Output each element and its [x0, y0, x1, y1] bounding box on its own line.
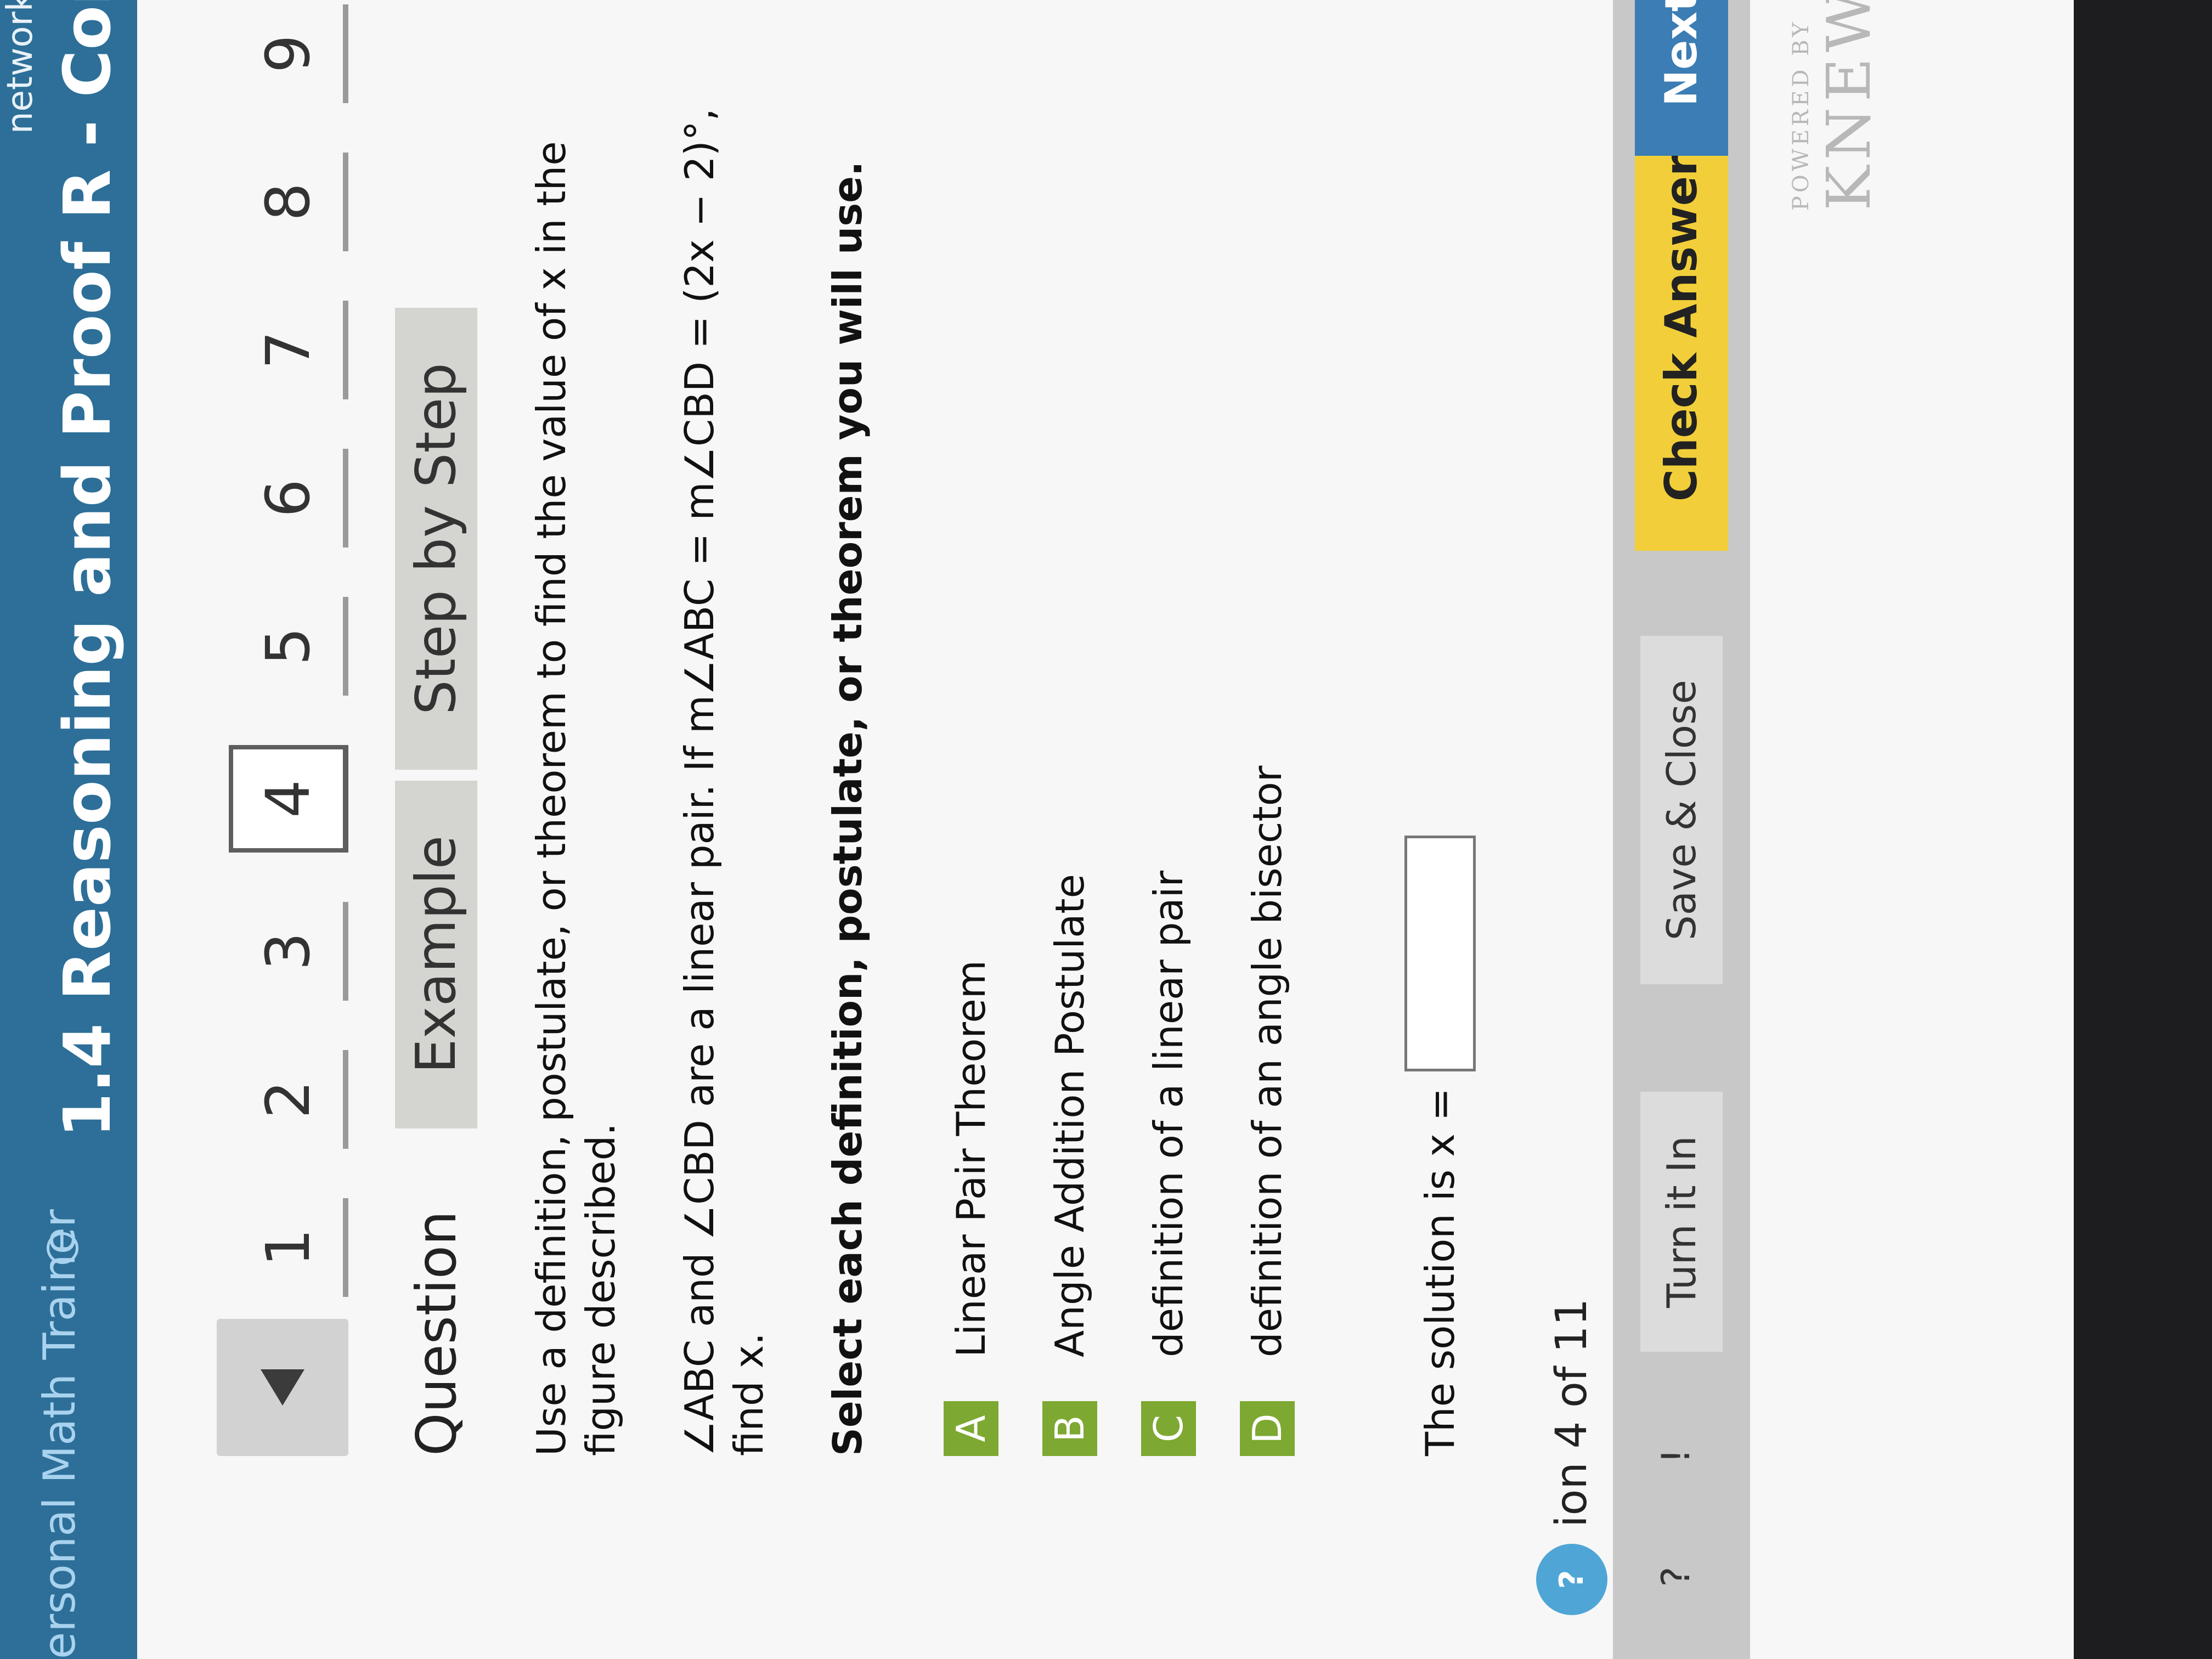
app-title: ersonal Math Trainer — [34, 1209, 85, 1659]
help-button[interactable]: ? — [1635, 1538, 1717, 1615]
question-number-1[interactable]: 1 — [233, 1198, 348, 1297]
next-question-button[interactable]: Next Quest — [1635, 0, 1728, 156]
header-bar: ersonal Math Trainer i 1.4 Reasoning and… — [0, 0, 137, 1659]
question-tabs: Question Example Step by Step — [395, 297, 477, 1456]
question-navigation: 1 2 3 4 5 6 7 8 9 1( — [217, 0, 348, 1456]
check-answer-button[interactable]: Check Answer — [1635, 105, 1728, 551]
page-title: 1.4 Reasoning and Proof R - Concepts — [49, 0, 125, 1138]
info-icon[interactable]: i — [47, 1232, 78, 1264]
answer-input[interactable] — [1404, 835, 1476, 1071]
app-screen: ersonal Math Trainer i 1.4 Reasoning and… — [0, 0, 2074, 1659]
powered-by-logo: POWERED BY KNEWT — [1788, 0, 1884, 211]
solution-row: The solution is x = — [1404, 30, 1476, 1456]
save-close-button[interactable]: Save & Close — [1640, 636, 1723, 984]
choice-label: definition of an angle bisector — [1244, 765, 1290, 1357]
brand-name: KNEWT — [1814, 0, 1884, 211]
question-number-5[interactable]: 5 — [233, 597, 348, 696]
question-statement: ∠ABC and ∠CBD are a linear pair. If m∠AB… — [676, 108, 772, 1456]
question-instruction: Select each definition, postulate, or th… — [825, 161, 871, 1456]
previous-question-button[interactable] — [217, 1319, 348, 1456]
site-brand: networks - D — [0, 0, 41, 134]
powered-by-text: POWERED BY — [1788, 19, 1814, 211]
progress-text: ion 4 of 11 — [1547, 1298, 1596, 1527]
turn-it-in-button[interactable]: Turn it In — [1640, 1092, 1723, 1352]
choice-d[interactable]: D definition of an angle bisector — [1218, 30, 1317, 1456]
arrow-left-icon — [261, 1369, 304, 1406]
tab-step-by-step[interactable]: Step by Step — [395, 308, 477, 770]
hint-icon[interactable]: ? — [1536, 1544, 1607, 1615]
progress-indicator: ? ion 4 of 11 — [1536, 1299, 1607, 1615]
question-number-7[interactable]: 7 — [233, 301, 348, 399]
tab-example[interactable]: Example — [395, 780, 477, 1128]
question-number-8[interactable]: 8 — [233, 153, 348, 251]
choice-letter: D — [1240, 1401, 1295, 1456]
choice-label: definition of a linear pair — [1146, 870, 1192, 1357]
question-number-9[interactable]: 9 — [233, 4, 348, 103]
choice-a[interactable]: A Linear Pair Theorem — [922, 30, 1020, 1456]
choice-label: Linear Pair Theorem — [948, 960, 994, 1357]
choice-c[interactable]: C definition of a linear pair — [1119, 30, 1218, 1456]
choice-letter: C — [1141, 1401, 1196, 1456]
choice-label: Angle Addition Postulate — [1047, 874, 1093, 1357]
question-content: Use a definition, postulate, or theorem … — [527, 30, 1476, 1456]
alert-button[interactable]: ! — [1635, 1418, 1717, 1494]
tab-question[interactable]: Question — [404, 1211, 469, 1456]
footer-toolbar: ? ! Turn it In Save & Close Check Answer… — [1613, 0, 1750, 1659]
question-number-3[interactable]: 3 — [233, 902, 348, 1001]
question-number-2[interactable]: 2 — [233, 1050, 348, 1149]
answer-choices: A Linear Pair Theorem B Angle Addition P… — [922, 30, 1317, 1456]
choice-b[interactable]: B Angle Addition Postulate — [1020, 30, 1119, 1456]
question-number-4[interactable]: 4 — [229, 745, 348, 853]
choice-letter: A — [944, 1401, 998, 1456]
question-number-6[interactable]: 6 — [233, 449, 348, 548]
solution-label: The solution is x = — [1417, 1087, 1463, 1456]
choice-letter: B — [1042, 1401, 1097, 1456]
question-intro: Use a definition, postulate, or theorem … — [528, 141, 624, 1456]
